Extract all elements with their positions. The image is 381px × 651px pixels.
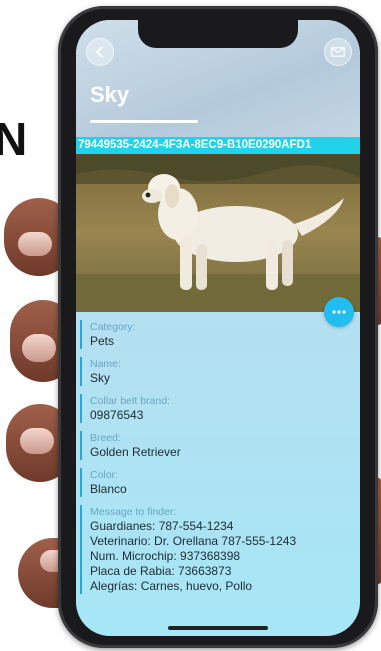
message-line: Veterinario: Dr. Orellana 787-555-1243 bbox=[90, 534, 297, 548]
back-button[interactable] bbox=[86, 38, 114, 66]
pet-details: Category: Pets Name: Sky Collar belt bra… bbox=[80, 320, 356, 602]
field-label: Category: bbox=[90, 321, 136, 333]
envelope-icon bbox=[331, 47, 345, 57]
app-screen: Sky 79449535-2424-4F3A-8EC9-B10E0290AFD1 bbox=[76, 20, 360, 636]
phone-notch bbox=[138, 20, 298, 48]
mail-button[interactable] bbox=[324, 38, 352, 66]
message-text: Guardianes: 787-554-1234 Veterinario: Dr… bbox=[90, 519, 356, 594]
field-name: Name: Sky bbox=[80, 357, 356, 386]
message-line: Alegrías: Carnes, huevo, Pollo bbox=[90, 579, 253, 593]
phone-frame: Sky 79449535-2424-4F3A-8EC9-B10E0290AFD1 bbox=[58, 6, 378, 648]
field-color: Color: Blanco bbox=[80, 468, 356, 497]
home-indicator[interactable] bbox=[168, 626, 268, 630]
pet-title: Sky bbox=[90, 82, 130, 107]
field-label: Color: bbox=[90, 469, 119, 481]
chevron-left-icon bbox=[95, 46, 103, 58]
title-underline bbox=[90, 120, 198, 123]
field-label: Breed: bbox=[90, 432, 121, 444]
field-value: Golden Retriever bbox=[90, 445, 181, 459]
ellipsis-icon bbox=[332, 310, 346, 314]
message-line: Guardianes: 787-554-1234 bbox=[90, 519, 234, 533]
message-line: Placa de Rabia: 73663873 bbox=[90, 564, 232, 578]
field-category: Category: Pets bbox=[80, 320, 356, 349]
dog-image bbox=[76, 154, 360, 312]
pet-photo bbox=[76, 154, 360, 312]
hand-nail bbox=[18, 232, 52, 256]
field-message: Message to finder: Guardianes: 787-554-1… bbox=[80, 505, 356, 594]
pet-uuid: 79449535-2424-4F3A-8EC9-B10E0290AFD1 bbox=[76, 137, 360, 154]
field-value: Blanco bbox=[90, 482, 127, 496]
field-collar-brand: Collar belt brand: 09876543 bbox=[80, 394, 356, 423]
field-label: Name: bbox=[90, 358, 121, 370]
field-label: Collar belt brand: bbox=[90, 395, 170, 407]
field-value: Pets bbox=[90, 334, 115, 348]
field-value: 09876543 bbox=[90, 408, 144, 422]
background-heading-letter: N bbox=[0, 113, 28, 165]
field-value: Sky bbox=[90, 371, 111, 385]
hand-nail bbox=[22, 334, 56, 362]
field-label: Message to finder: bbox=[90, 506, 177, 518]
hand-nail bbox=[20, 428, 54, 454]
field-breed: Breed: Golden Retriever bbox=[80, 431, 356, 460]
message-line: Num. Microchip: 937368398 bbox=[90, 549, 241, 563]
